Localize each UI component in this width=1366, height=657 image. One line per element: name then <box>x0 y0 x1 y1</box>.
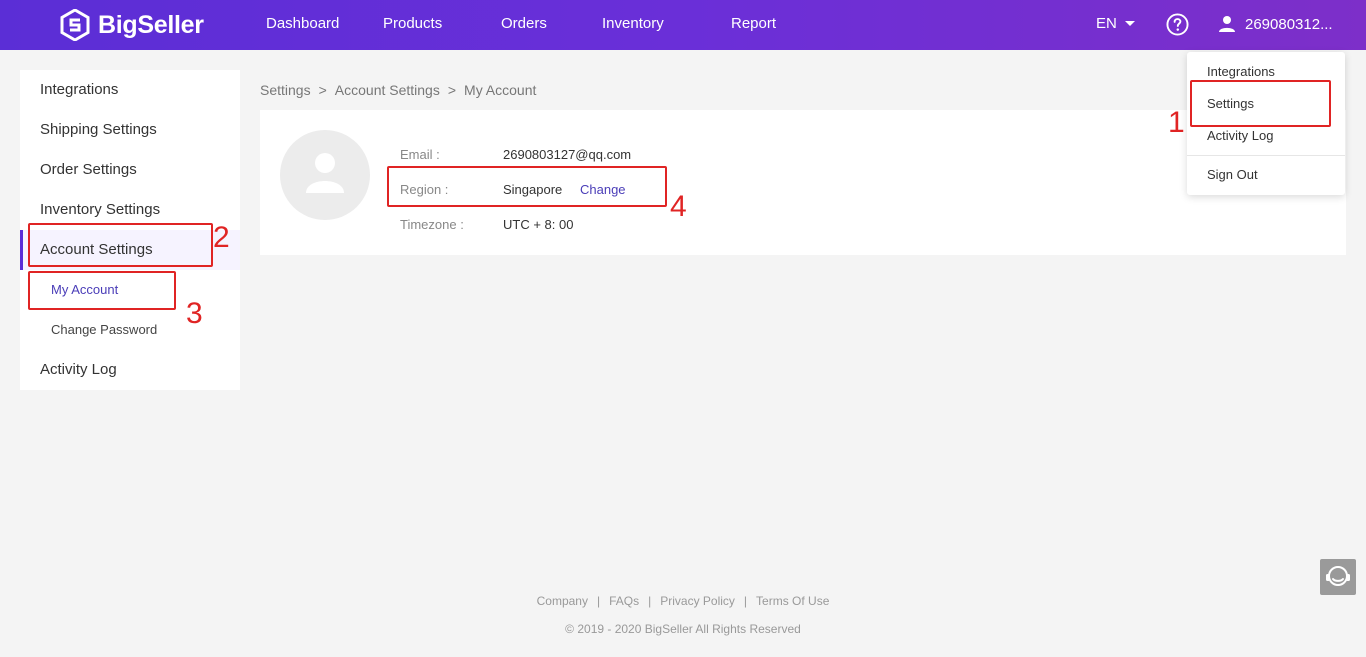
nav-inventory[interactable]: Inventory <box>602 15 664 32</box>
footer-separator: | <box>648 594 652 608</box>
timezone-value: UTC + 8: 00 <box>503 217 574 232</box>
breadcrumb-settings[interactable]: Settings <box>260 82 311 98</box>
email-label: Email : <box>400 147 440 162</box>
annotation-number-4: 4 <box>670 190 687 223</box>
caret-down-icon <box>1124 21 1135 26</box>
footer-copyright: © 2019 - 2020 BigSeller All Rights Reser… <box>565 622 801 636</box>
sidebar-item-integrations[interactable]: Integrations <box>40 81 118 98</box>
chat-support-button[interactable] <box>1320 559 1356 595</box>
nav-report[interactable]: Report <box>731 15 776 32</box>
user-menu[interactable]: 269080312... <box>1218 15 1333 33</box>
headset-chat-icon <box>1326 566 1350 586</box>
footer-separator: | <box>743 594 748 608</box>
sidebar-active-indicator <box>20 230 23 270</box>
sidebar-subitem-change-password[interactable]: Change Password <box>51 322 157 337</box>
help-icon[interactable] <box>1166 13 1189 36</box>
top-nav-bar: BigSeller Dashboard Products Orders Inve… <box>0 0 1366 50</box>
footer-link-privacy-policy[interactable]: Privacy Policy <box>660 594 735 608</box>
breadcrumb: Settings > Account Settings > My Account <box>260 82 536 98</box>
language-label: EN <box>1096 15 1117 32</box>
dropdown-item-activity-log[interactable]: Activity Log <box>1207 128 1273 143</box>
footer-link-company[interactable]: Company <box>537 594 588 608</box>
brand-logo[interactable]: BigSeller <box>60 8 204 42</box>
user-name: 269080312... <box>1245 15 1333 33</box>
nav-orders[interactable]: Orders <box>501 15 547 32</box>
footer-links: Company | FAQs | Privacy Policy | Terms Of Use <box>0 594 1366 608</box>
brand-name: BigSeller <box>98 10 204 39</box>
annotation-box-settings <box>1190 80 1331 127</box>
breadcrumb-separator: > <box>447 82 457 98</box>
bigseller-logo-icon <box>60 9 90 41</box>
sidebar-item-order-settings[interactable]: Order Settings <box>40 161 137 178</box>
annotation-box-my-account <box>28 271 176 310</box>
email-value: 2690803127@qq.com <box>503 147 632 162</box>
annotation-number-3: 3 <box>186 297 203 330</box>
footer-separator: | <box>596 594 601 608</box>
avatar <box>280 130 370 220</box>
sidebar-item-shipping-settings[interactable]: Shipping Settings <box>40 121 157 138</box>
nav-products[interactable]: Products <box>383 15 442 32</box>
annotation-number-2: 2 <box>213 221 230 254</box>
dropdown-item-integrations[interactable]: Integrations <box>1207 64 1275 79</box>
user-icon <box>1219 16 1235 32</box>
dropdown-item-sign-out[interactable]: Sign Out <box>1207 167 1258 182</box>
breadcrumb-account-settings[interactable]: Account Settings <box>335 82 440 98</box>
avatar-person-icon <box>306 153 344 193</box>
dropdown-divider <box>1187 155 1345 156</box>
annotation-box-account-settings <box>28 223 213 267</box>
timezone-label: Timezone : <box>400 217 464 232</box>
annotation-box-region <box>387 166 667 207</box>
sidebar-item-inventory-settings[interactable]: Inventory Settings <box>40 201 160 218</box>
footer-link-faqs[interactable]: FAQs <box>609 594 639 608</box>
breadcrumb-my-account: My Account <box>464 82 537 98</box>
annotation-number-1: 1 <box>1168 106 1185 139</box>
language-selector[interactable]: EN <box>1096 15 1135 32</box>
footer-link-terms-of-use[interactable]: Terms Of Use <box>756 594 829 608</box>
nav-dashboard[interactable]: Dashboard <box>266 15 339 32</box>
sidebar-item-activity-log[interactable]: Activity Log <box>40 361 117 378</box>
breadcrumb-separator: > <box>318 82 327 98</box>
